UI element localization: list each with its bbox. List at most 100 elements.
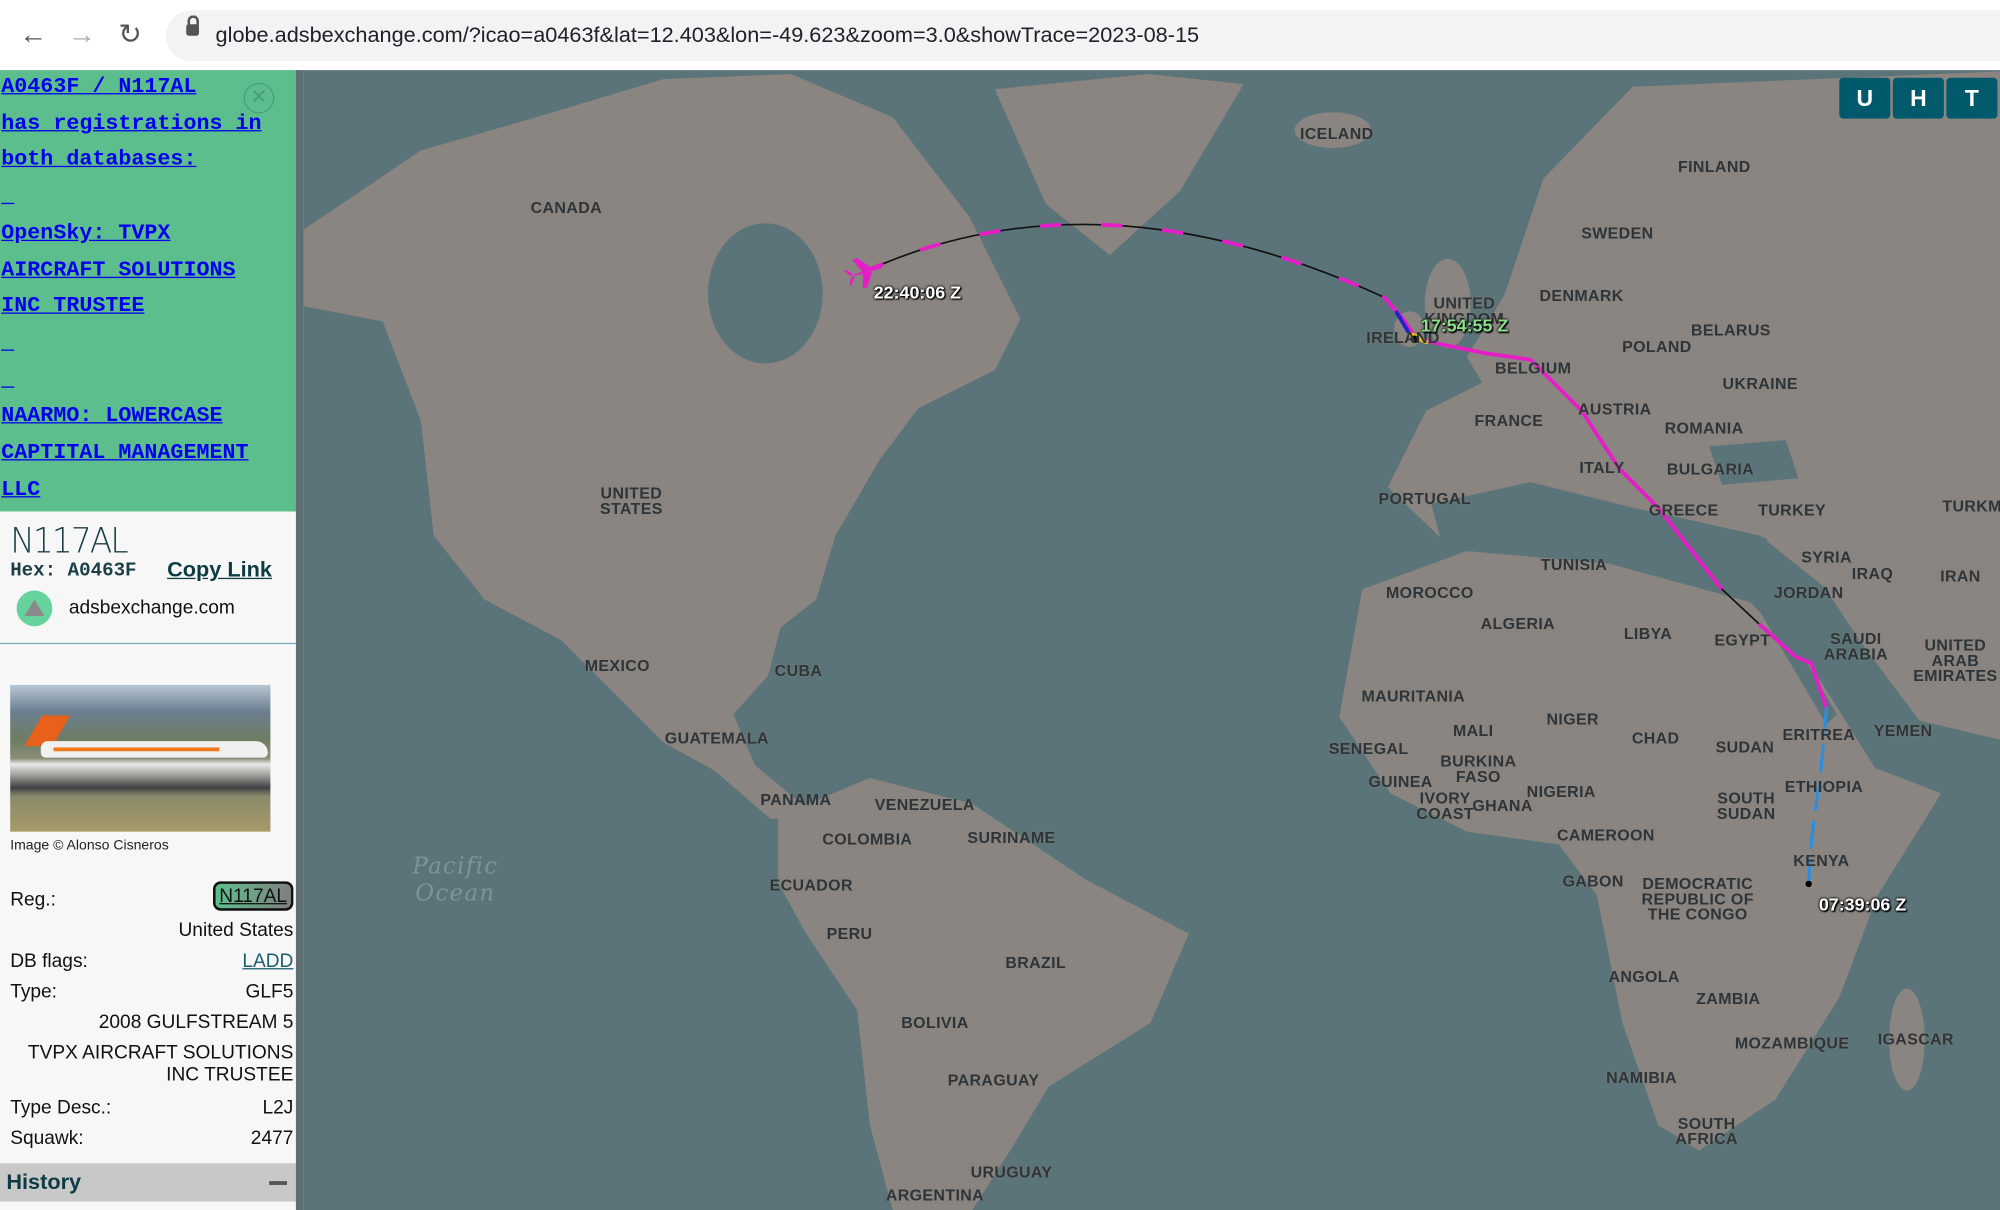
country-label: BOLIVIA — [901, 1014, 969, 1032]
country-label: AUSTRIA — [1578, 400, 1652, 419]
country-label: JORDAN — [1773, 584, 1844, 603]
detail-label: Type Desc.: — [10, 1096, 112, 1119]
alert-link-line[interactable]: LLC — [1, 473, 303, 510]
url-text[interactable]: globe.adsbexchange.com/?icao=a0463f&lat=… — [216, 23, 1200, 49]
country-label: MEXICO — [584, 656, 650, 675]
country-label: ERITREA — [1782, 725, 1856, 744]
alert-link-line[interactable]: AIRCRAFT SOLUTIONS — [1, 253, 303, 290]
detail-value: United States — [178, 919, 294, 942]
sidebar-scrollbar[interactable] — [295, 70, 304, 1210]
country-label: PERU — [826, 924, 873, 943]
country-label: FINLAND — [1677, 158, 1751, 177]
country-label: FRANCE — [1474, 411, 1544, 430]
alert-link-line[interactable]: INC TRUSTEE — [1, 290, 303, 327]
history-label: History — [6, 1169, 82, 1194]
country-label: DEMOCRATIC REPUBLIC OF THE CONGO — [1641, 874, 1754, 924]
country-label: TURKMI — [1942, 497, 2000, 516]
alert-link-line[interactable]: OpenSky: TVPX — [1, 217, 303, 254]
alert-link-line[interactable]: NAARMO: LOWERCASE — [1, 400, 303, 437]
aircraft-registration: N117AL — [10, 521, 128, 562]
country-label: BELARUS — [1690, 321, 1771, 340]
address-bar[interactable]: globe.adsbexchange.com/?icao=a0463f&lat=… — [165, 10, 2000, 62]
detail-value: TVPX AIRCRAFT SOLUTIONS INC TRUSTEE — [27, 1042, 294, 1086]
country-label: PORTUGAL — [1378, 489, 1472, 508]
country-label: CUBA — [774, 661, 823, 680]
country-label: BRAZIL — [1005, 954, 1067, 972]
country-label: NIGER — [1546, 710, 1599, 729]
country-label: IVORY COAST — [1416, 789, 1475, 823]
image-credit: Image © Alonso Cisneros — [10, 838, 169, 854]
alert-blank-line — [1, 326, 303, 363]
country-label: GABON — [1562, 872, 1624, 891]
country-label: CHAD — [1631, 729, 1680, 748]
u-button[interactable]: U — [1839, 77, 1891, 119]
country-label: SENEGAL — [1328, 739, 1409, 758]
country-label: BULGARIA — [1666, 460, 1755, 479]
country-label: POLAND — [1622, 338, 1692, 356]
forward-icon[interactable]: → — [65, 18, 98, 51]
aircraft-photo[interactable] — [10, 684, 271, 832]
country-label: PANAMA — [760, 790, 832, 809]
country-label: ICELAND — [1299, 124, 1374, 143]
country-label: SOUTH SUDAN — [1716, 789, 1776, 823]
country-label: URUGUAY — [970, 1163, 1053, 1182]
country-label: MAURITANIA — [1361, 687, 1466, 706]
track-time-start: 22:40:06 Z — [873, 281, 962, 303]
country-label: IGASCAR — [1877, 1030, 1954, 1049]
registration-alert: A0463F / N117AL has registrations in both … — [0, 70, 304, 512]
country-label: SWEDEN — [1581, 224, 1654, 243]
detail-label: Type: — [10, 980, 57, 1003]
lock-icon — [186, 15, 199, 36]
country-label: GUATEMALA — [664, 729, 769, 748]
country-label: DENMARK — [1539, 286, 1624, 305]
country-label: ARGENTINA — [885, 1186, 985, 1205]
country-label: UNITED ARAB EMIRATES — [1913, 636, 1998, 685]
detail-value: 2008 GULFSTREAM 5 — [98, 1011, 294, 1034]
country-label: CAMEROON — [1556, 826, 1655, 845]
country-label: SAUDI ARABIA — [1823, 630, 1889, 664]
country-label: NAMIBIA — [1606, 1068, 1678, 1087]
registration-badge[interactable]: N117AL — [212, 881, 294, 911]
t-button[interactable]: T — [1946, 77, 1998, 119]
country-label: UNITED STATES — [599, 484, 663, 518]
detail-value: L2J — [262, 1096, 294, 1119]
country-label: TUNISIA — [1540, 556, 1608, 574]
country-label: ALGERIA — [1480, 614, 1556, 633]
country-label: IRAN — [1940, 567, 1981, 586]
reload-icon[interactable]: ↻ — [114, 18, 147, 51]
db-flag-link[interactable]: LADD — [242, 950, 293, 972]
country-label: GUINEA — [1368, 772, 1433, 791]
photo-jet — [40, 741, 268, 758]
copy-link[interactable]: Copy Link — [167, 557, 272, 583]
h-button[interactable]: H — [1892, 77, 1944, 119]
country-label: SYRIA — [1801, 548, 1852, 567]
country-label: MOZAMBIQUE — [1734, 1034, 1850, 1053]
country-label: MOROCCO — [1385, 584, 1474, 603]
back-icon[interactable]: ← — [17, 18, 50, 51]
source-site[interactable]: adsbexchange.com — [69, 597, 235, 619]
country-label: EGYPT — [1714, 631, 1771, 650]
detail-label: DB flags: — [10, 950, 88, 972]
country-label: UKRAINE — [1722, 374, 1798, 393]
country-label: SOUTH AFRICA — [1675, 1114, 1738, 1148]
detail-value: 2477 — [250, 1127, 294, 1150]
country-label: YEMEN — [1873, 721, 1933, 740]
browser-toolbar: ← → ↻ globe.adsbexchange.com/?icao=a0463… — [0, 0, 2000, 72]
divider — [0, 642, 296, 645]
ocean-label: Pacific Ocean — [412, 853, 499, 907]
country-label: BELGIUM — [1495, 359, 1572, 378]
collapse-icon[interactable] — [269, 1181, 287, 1185]
alert-link-line[interactable]: both databases: — [1, 143, 303, 180]
detail-value: GLF5 — [245, 980, 294, 1003]
country-label: ANGOLA — [1608, 968, 1680, 986]
country-label: ECUADOR — [769, 876, 853, 895]
alert-link-line[interactable]: CAPTITAL MANAGEMENT — [1, 436, 303, 473]
country-label: ITALY — [1579, 459, 1625, 478]
close-icon[interactable]: ✕ — [243, 82, 275, 114]
alert-blank-line — [1, 180, 303, 217]
history-section-header[interactable]: History — [0, 1163, 296, 1202]
country-label: COLOMBIA — [822, 830, 913, 849]
hex-code: Hex: A0463F — [10, 560, 136, 582]
country-label: SURINAME — [967, 829, 1056, 847]
aircraft-sidebar: A0463F / N117AL has registrations in both … — [0, 70, 304, 1210]
